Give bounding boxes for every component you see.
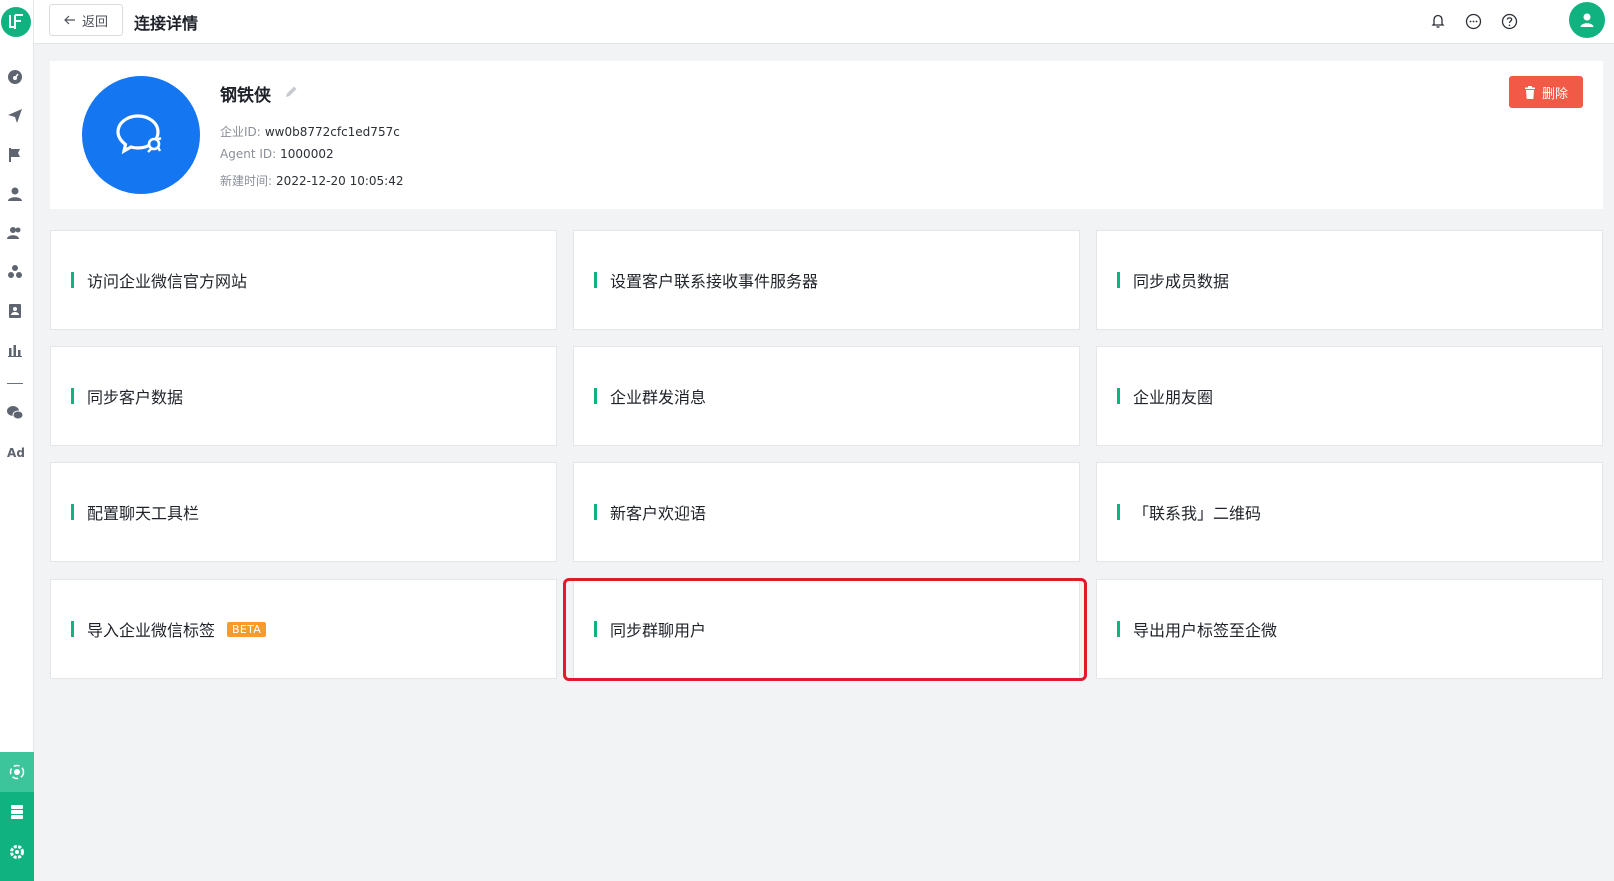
sidebar-divider xyxy=(7,383,23,384)
card-sync-customers[interactable]: 同步客户数据 xyxy=(50,346,557,446)
card-label: 企业朋友圈 xyxy=(1133,388,1214,407)
agent-id-value: 1000002 xyxy=(280,147,334,161)
card-accent-bar xyxy=(594,621,597,637)
help-icon[interactable] xyxy=(1499,11,1519,31)
card-accent-bar xyxy=(594,504,597,520)
card-label: 新客户欢迎语 xyxy=(610,504,707,523)
card-accent-bar xyxy=(71,621,74,637)
person-icon xyxy=(1580,13,1594,27)
message-icon[interactable] xyxy=(1463,11,1483,31)
card-accent-bar xyxy=(71,504,74,520)
edit-pencil-icon[interactable] xyxy=(283,84,299,100)
card-accent-bar xyxy=(1117,272,1120,288)
card-accent-bar xyxy=(1117,388,1120,404)
card-chat-toolbar[interactable]: 配置聊天工具栏 xyxy=(50,462,557,562)
corp-id-label: 企业ID: xyxy=(220,125,261,139)
user-icon[interactable] xyxy=(5,184,25,204)
sidebar-bottom-menu xyxy=(0,752,34,881)
card-event-server[interactable]: 设置客户联系接收事件服务器 xyxy=(573,230,1080,330)
card-sync-members[interactable]: 同步成员数据 xyxy=(1096,230,1603,330)
dashboard-icon[interactable] xyxy=(5,67,25,87)
card-label: 「联系我」二维码 xyxy=(1133,504,1262,523)
corp-id-value: ww0b8772cfc1ed757c xyxy=(264,125,400,139)
delete-label: 删除 xyxy=(1541,86,1568,102)
users-icon[interactable] xyxy=(5,223,25,243)
wechat-icon[interactable] xyxy=(5,403,25,423)
sidebar: Ad xyxy=(0,0,34,881)
flag-icon[interactable] xyxy=(5,145,25,165)
card-import-tags[interactable]: 导入企业微信标签 BETA xyxy=(50,579,557,679)
settings-gear-icon[interactable] xyxy=(5,840,29,864)
card-sync-group-chat-users[interactable]: 同步群聊用户 xyxy=(573,579,1080,679)
ad-icon[interactable]: Ad xyxy=(5,446,27,460)
arrow-left-icon xyxy=(64,15,75,25)
card-label: 访问企业微信官方网站 xyxy=(87,272,248,291)
card-accent-bar xyxy=(71,388,74,404)
trash-icon xyxy=(1524,85,1535,99)
created-label: 新建时间: xyxy=(220,174,273,188)
delete-button[interactable]: 删除 xyxy=(1509,76,1583,108)
card-accent-bar xyxy=(1117,504,1120,520)
card-accent-bar xyxy=(1117,621,1120,637)
bar-chart-icon[interactable] xyxy=(5,340,25,360)
card-visit-wecom-site[interactable]: 访问企业微信官方网站 xyxy=(50,230,557,330)
card-label: 同步群聊用户 xyxy=(610,621,707,640)
beta-badge: BETA xyxy=(227,621,267,637)
group-icon[interactable] xyxy=(5,262,25,282)
card-label: 导入企业微信标签 xyxy=(87,621,216,640)
connection-name: 钢铁侠 xyxy=(220,86,271,106)
integration-icon[interactable] xyxy=(5,760,29,784)
card-welcome-message[interactable]: 新客户欢迎语 xyxy=(573,462,1080,562)
server-icon[interactable] xyxy=(5,800,29,824)
card-label: 同步客户数据 xyxy=(87,388,184,407)
back-button[interactable]: 返回 xyxy=(49,4,123,36)
card-accent-bar xyxy=(594,272,597,288)
card-export-tags[interactable]: 导出用户标签至企微 xyxy=(1096,579,1603,679)
card-moments[interactable]: 企业朋友圈 xyxy=(1096,346,1603,446)
card-group-message[interactable]: 企业群发消息 xyxy=(573,346,1080,446)
card-accent-bar xyxy=(594,388,597,404)
bell-icon[interactable] xyxy=(1428,11,1448,31)
agent-id-line: Agent ID: 1000002 xyxy=(220,147,334,161)
card-contact-qrcode[interactable]: 「联系我」二维码 xyxy=(1096,462,1603,562)
card-accent-bar xyxy=(71,272,74,288)
card-label: 同步成员数据 xyxy=(1133,272,1230,291)
send-icon[interactable] xyxy=(5,106,25,126)
wecom-logo-icon xyxy=(82,76,200,194)
corp-id-line: 企业ID: ww0b8772cfc1ed757c xyxy=(220,123,400,140)
top-header: 返回 连接详情 xyxy=(34,0,1614,44)
card-label: 配置聊天工具栏 xyxy=(87,504,200,523)
created-time-line: 新建时间: 2022-12-20 10:05:42 xyxy=(220,172,404,189)
contact-card-icon[interactable] xyxy=(5,301,25,321)
page-title: 连接详情 xyxy=(134,14,199,33)
back-label: 返回 xyxy=(81,14,108,30)
agent-id-label: Agent ID: xyxy=(220,147,277,161)
created-value: 2022-12-20 10:05:42 xyxy=(276,174,404,188)
card-label: 设置客户联系接收事件服务器 xyxy=(610,272,819,291)
card-label: 导出用户标签至企微 xyxy=(1133,621,1278,640)
user-avatar[interactable] xyxy=(1569,2,1605,38)
card-label: 企业群发消息 xyxy=(610,388,707,407)
connection-profile-card: 钢铁侠 企业ID: ww0b8772cfc1ed757c Agent ID: 100… xyxy=(50,61,1603,209)
brand-logo[interactable] xyxy=(1,7,31,37)
